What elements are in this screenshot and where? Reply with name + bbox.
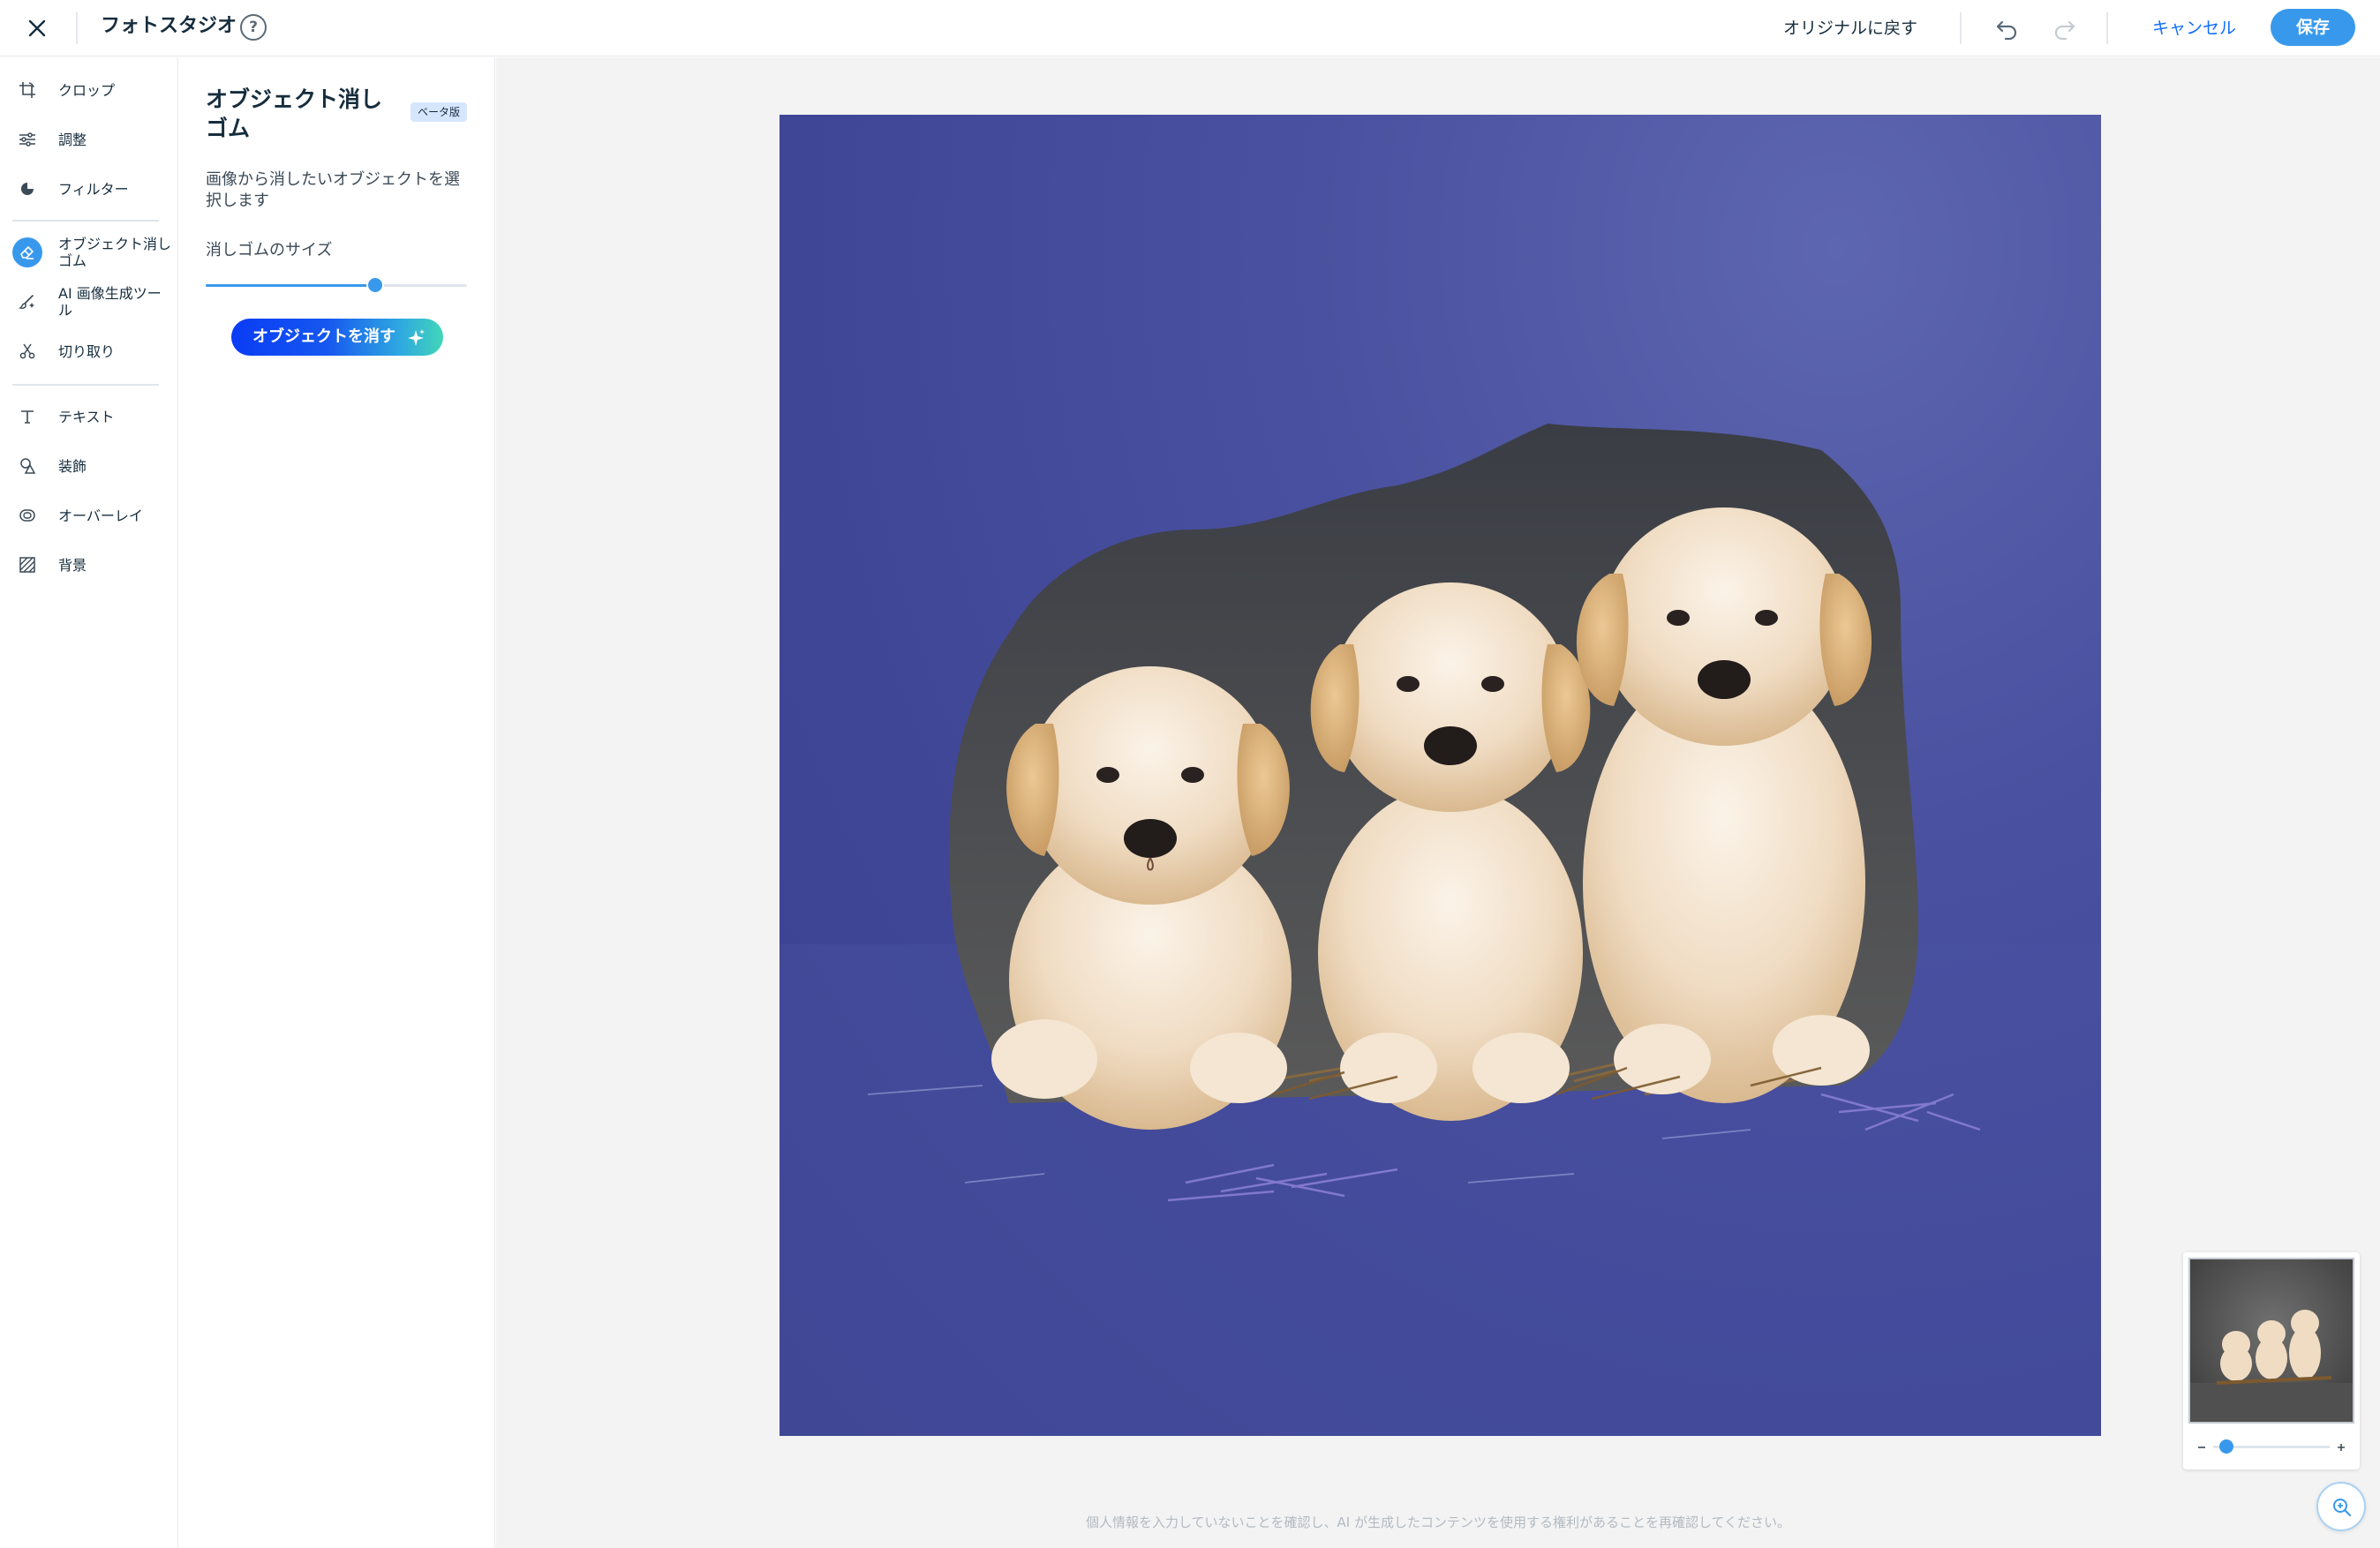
- sidebar-item-label: オーバーレイ: [58, 507, 143, 524]
- slider-thumb[interactable]: [368, 278, 383, 292]
- sidebar-divider: [12, 220, 159, 222]
- sidebar-item-cutout[interactable]: 切り取り: [0, 329, 178, 373]
- erase-object-button[interactable]: オブジェクトを消す: [231, 319, 443, 356]
- puppy-left: [991, 666, 1292, 1130]
- sidebar-item-adjust[interactable]: 調整: [0, 117, 178, 162]
- puppy-middle: [1310, 582, 1591, 1121]
- sidebar-item-overlay[interactable]: オーバーレイ: [0, 493, 178, 537]
- text-icon: [12, 402, 42, 432]
- top-bar: フォトスタジオ ? オリジナルに戻す キャンセル 保存: [0, 0, 2380, 56]
- sidebar-item-label: フィルター: [58, 180, 129, 198]
- undo-button[interactable]: [1993, 14, 2022, 42]
- editor-canvas: 個人情報を入力していないことを確認し、AI が生成したコンテンツを使用する権利が…: [496, 57, 2380, 1548]
- navigator-thumbnail-image: [2190, 1259, 2353, 1422]
- eraser-icon: [12, 237, 42, 267]
- undo-icon: [1996, 20, 2017, 41]
- sidebar-item-label: 切り取り: [58, 342, 116, 360]
- filter-icon: [12, 174, 42, 204]
- sidebar-item-label: オブジェクト消しゴム: [58, 236, 172, 269]
- sidebar-item-label: 調整: [58, 131, 87, 148]
- erase-object-button-label: オブジェクトを消す: [252, 327, 395, 346]
- header-divider: [1960, 12, 1962, 44]
- shapes-icon: [12, 451, 42, 481]
- header-divider: [76, 12, 78, 44]
- zoom-toggle-button[interactable]: [2316, 1482, 2366, 1531]
- sidebar-item-background[interactable]: 背景: [0, 543, 178, 587]
- save-button[interactable]: 保存: [2271, 9, 2355, 46]
- sidebar-item-label: クロップ: [58, 81, 116, 99]
- header-divider: [2106, 12, 2108, 44]
- zoom-navigator: [2183, 1252, 2360, 1469]
- revert-to-original-button[interactable]: オリジナルに戻す: [1783, 15, 1917, 41]
- sidebar-item-label: 背景: [58, 556, 87, 574]
- cancel-button[interactable]: キャンセル: [2152, 15, 2236, 41]
- object-eraser-panel: オブジェクト消しゴム ベータ版 画像から消したいオブジェクトを選択します 消しゴ…: [179, 57, 495, 1548]
- sidebar-item-label: 装飾: [58, 457, 87, 475]
- sidebar-divider: [12, 384, 159, 386]
- ai-disclaimer-text: 個人情報を入力していないことを確認し、AI が生成したコンテンツを使用する権利が…: [1085, 1514, 1791, 1530]
- slider-fill: [206, 284, 376, 287]
- panel-title: オブジェクト消しゴム: [206, 86, 383, 141]
- sidebar-item-label: AI 画像生成ツール: [58, 285, 162, 319]
- close-button[interactable]: [19, 11, 55, 46]
- navigator-thumbnail[interactable]: [2188, 1258, 2354, 1424]
- app-title: フォトスタジオ: [101, 15, 237, 37]
- crop-icon: [12, 75, 42, 105]
- help-icon[interactable]: ?: [240, 14, 267, 41]
- eraser-size-slider[interactable]: [206, 274, 467, 296]
- redo-button[interactable]: [2050, 14, 2078, 42]
- sidebar-item-filter[interactable]: フィルター: [0, 167, 178, 211]
- sidebar-item-text[interactable]: テキスト: [0, 395, 178, 439]
- slider-thumb[interactable]: [2218, 1439, 2233, 1454]
- puppies-photo: [780, 424, 2101, 1436]
- redo-icon: [2054, 20, 2075, 41]
- eraser-size-label: 消しゴムのサイズ: [206, 241, 333, 259]
- scissors-icon: [12, 336, 42, 366]
- adjust-sliders-icon: [12, 124, 42, 154]
- sidebar-item-label: テキスト: [58, 408, 115, 425]
- tool-sidebar: クロップ 調整 フィルター オブジェクト消しゴム AI 画像生成ツール 切り取り: [0, 57, 178, 1548]
- overlay-icon: [12, 500, 42, 530]
- panel-description: 画像から消したいオブジェクトを選択します: [206, 170, 460, 210]
- sidebar-item-ai-image-generator[interactable]: AI 画像生成ツール: [0, 280, 178, 324]
- zoom-in-button[interactable]: [2335, 1440, 2347, 1453]
- zoom-in-magnifier-icon: [2333, 1499, 2352, 1517]
- beta-badge: ベータ版: [410, 102, 468, 122]
- close-icon: [28, 19, 46, 37]
- edited-photo[interactable]: [780, 115, 2101, 1436]
- sidebar-item-decoration[interactable]: 装飾: [0, 444, 178, 488]
- sidebar-item-object-eraser[interactable]: オブジェクト消しゴム: [0, 230, 178, 274]
- sparkle-icon: [408, 329, 425, 346]
- background-pattern-icon: [12, 550, 42, 580]
- plus-icon: [2338, 1444, 2345, 1451]
- brush-sparkle-icon: [12, 287, 42, 317]
- zoom-slider[interactable]: [2213, 1436, 2330, 1457]
- zoom-out-button[interactable]: [2195, 1440, 2208, 1453]
- puppy-right: [1576, 507, 1872, 1103]
- minus-icon: [2198, 1447, 2205, 1448]
- sidebar-item-crop[interactable]: クロップ: [0, 68, 178, 112]
